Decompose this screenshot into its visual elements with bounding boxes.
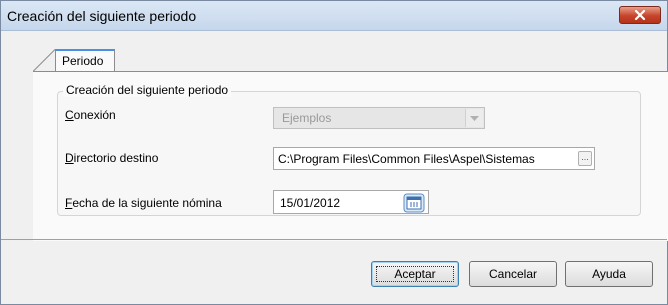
directory-value: C:\Program Files\Common Files\Aspel\Sist… xyxy=(278,152,535,166)
next-date-label: Fecha de la siguiente nómina xyxy=(65,196,222,210)
close-icon xyxy=(634,10,646,20)
cancel-button-label: Cancelar xyxy=(488,267,538,281)
window-title: Creación del siguiente periodo xyxy=(7,8,197,24)
browse-button[interactable]: ... xyxy=(578,151,592,166)
tab-edge xyxy=(33,49,56,72)
directory-label-rest: irectorio destino xyxy=(73,151,159,165)
connection-value: Ejemplos xyxy=(282,111,332,125)
accept-button-label: Aceptar xyxy=(394,267,436,281)
dialog-window: Creación del siguiente periodo Periodo C… xyxy=(0,0,668,305)
chevron-down-icon[interactable] xyxy=(465,109,483,127)
tab-periodo-label: Periodo xyxy=(62,54,104,68)
close-button[interactable] xyxy=(619,6,661,24)
tab-periodo[interactable]: Periodo xyxy=(55,49,115,71)
separator xyxy=(1,239,667,240)
help-button-label: Ayuda xyxy=(592,267,626,281)
directory-field[interactable]: C:\Program Files\Common Files\Aspel\Sist… xyxy=(273,147,595,170)
calendar-icon[interactable] xyxy=(403,193,425,213)
directory-label-mnemonic: D xyxy=(65,151,74,165)
group-legend: Creación del siguiente periodo xyxy=(63,83,232,97)
help-button[interactable]: Ayuda xyxy=(565,261,653,287)
title-bar[interactable]: Creación del siguiente periodo xyxy=(1,1,667,31)
next-date-label-rest: echa de la siguiente nómina xyxy=(72,196,222,210)
accept-button[interactable]: Aceptar xyxy=(371,261,459,287)
next-date-value: 15/01/2012 xyxy=(280,196,341,210)
connection-combo[interactable]: Ejemplos xyxy=(273,107,485,129)
connection-label-rest: onexión xyxy=(73,108,116,122)
connection-label: Conexión xyxy=(65,108,116,122)
directory-label: Directorio destino xyxy=(65,151,158,165)
connection-label-mnemonic: C xyxy=(65,108,74,122)
cancel-button[interactable]: Cancelar xyxy=(469,261,557,287)
